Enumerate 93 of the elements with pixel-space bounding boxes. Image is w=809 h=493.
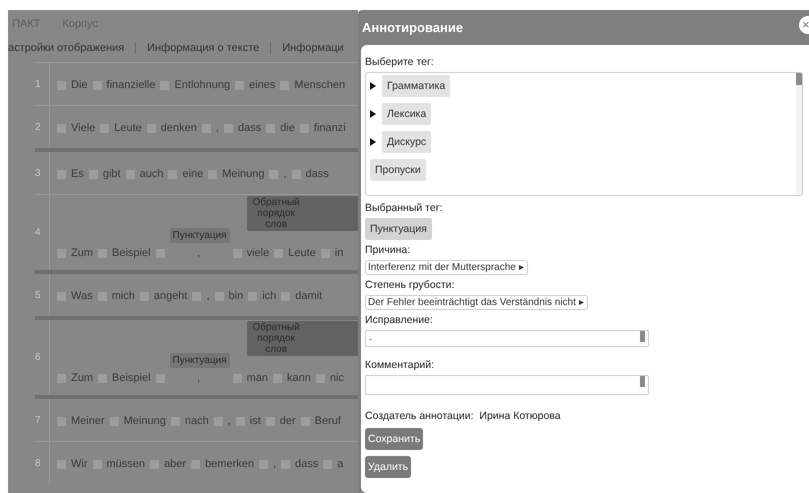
scrollbar[interactable] — [796, 73, 802, 195]
token-word[interactable]: die — [280, 122, 297, 135]
token-word[interactable]: mich — [112, 290, 137, 303]
expand-triangle-icon[interactable] — [370, 110, 376, 118]
token-word[interactable]: Meiner — [71, 415, 107, 428]
annotation-tag[interactable]: Обратный порядок слов — [246, 196, 358, 231]
token-word[interactable]: Beruf — [314, 415, 343, 428]
token-word[interactable]: Die — [71, 79, 90, 92]
token-word[interactable]: viele — [246, 247, 272, 260]
token-word[interactable]: gibt — [102, 168, 123, 181]
tag-chip[interactable]: Грамматика — [382, 75, 450, 97]
token-word[interactable]: eine — [182, 168, 206, 181]
line-number: 8 — [35, 442, 50, 484]
token-word[interactable]: Viele — [71, 122, 98, 135]
token-word[interactable]: der — [280, 415, 298, 428]
field-label: Степень грубости: — [365, 278, 456, 292]
correction-field[interactable]: - — [365, 330, 649, 347]
token-word[interactable]: finanzi — [314, 122, 348, 135]
close-button[interactable]: × — [799, 16, 809, 34]
token-word[interactable]: , — [197, 372, 202, 385]
token-word[interactable]: , — [283, 168, 289, 181]
annotation-tag[interactable]: Обратный порядок слов — [246, 321, 358, 356]
tag-chip[interactable]: Дискурс — [382, 131, 432, 153]
caret-icon — [518, 264, 525, 271]
creator-text: Создатель аннотации: Ирина Котюрова — [365, 410, 562, 422]
token-word[interactable]: in — [334, 247, 346, 260]
token-word[interactable]: Menschen — [294, 79, 348, 92]
token-word[interactable]: müssen — [106, 458, 148, 471]
token-word[interactable]: Zum — [71, 247, 95, 260]
expand-triangle-icon[interactable] — [370, 82, 376, 90]
tab[interactable]: астройки отображения — [8, 42, 136, 54]
line-number: 4 — [35, 195, 50, 270]
token-word[interactable]: kann — [287, 372, 313, 385]
action-button[interactable]: Сохранить — [365, 428, 424, 450]
token-word[interactable]: ist — [250, 415, 263, 428]
token-word[interactable]: a — [337, 458, 346, 471]
reason-select[interactable]: Interferenz mit der Muttersprache — [365, 260, 528, 275]
token-word[interactable]: Leute — [288, 247, 318, 260]
token-word[interactable]: , — [272, 458, 278, 471]
field-label: Выбранный тег: — [365, 201, 444, 215]
token-word[interactable]: nic — [330, 372, 346, 385]
token-word[interactable]: , — [216, 122, 221, 135]
token-word[interactable]: Wir — [71, 458, 90, 471]
token-word[interactable]: ich — [262, 290, 278, 303]
token-word[interactable]: dass — [238, 122, 264, 135]
line-number: 3 — [35, 152, 50, 194]
severity-select[interactable]: Der Fehler beeinträchtigt das Verständnis nicht — [365, 295, 588, 310]
dialog-title: Аннотирование — [362, 20, 464, 35]
token-word[interactable]: auch — [140, 168, 166, 181]
tag-chip[interactable]: Лексика — [382, 103, 432, 125]
selected-tag-chip: Пунктуация — [365, 218, 432, 240]
line-number: 5 — [35, 274, 50, 316]
token-word[interactable]: nach — [184, 415, 211, 428]
token-word[interactable]: Leute — [114, 122, 144, 135]
token-word[interactable]: dass — [295, 458, 320, 471]
token-word[interactable]: Meinung — [124, 415, 168, 428]
token-word[interactable]: bemerken — [205, 458, 256, 471]
token-word[interactable]: dass — [306, 168, 331, 181]
token-word[interactable]: bin — [228, 290, 246, 303]
token-word[interactable]: , — [197, 247, 202, 260]
token-word[interactable]: , — [206, 290, 212, 303]
token-word[interactable]: Entlohnung — [174, 79, 232, 92]
token-word[interactable]: aber — [164, 458, 188, 471]
annotation-tag[interactable]: Пунктуация — [170, 228, 230, 243]
tab[interactable]: Информаци — [270, 42, 355, 54]
line-number: 7 — [35, 399, 50, 441]
comment-field[interactable] — [365, 375, 649, 395]
token-word[interactable]: man — [246, 372, 270, 385]
action-button[interactable]: Удалить — [365, 456, 412, 478]
token-word[interactable]: angeht — [154, 290, 190, 303]
field-label: Комментарий: — [365, 358, 436, 372]
field-label: Причина: — [365, 243, 412, 257]
field-label: Выберите тег: — [365, 55, 435, 69]
token-word[interactable]: Zum — [71, 372, 95, 385]
token-word[interactable]: Beispiel — [112, 372, 153, 385]
token-word[interactable]: Es — [71, 168, 86, 181]
tag-chip[interactable]: Пропуски — [370, 159, 426, 181]
line-number: 6 — [35, 320, 50, 395]
token-word[interactable]: damit — [295, 290, 324, 303]
annotation-tag[interactable]: Пунктуация — [170, 353, 230, 368]
line-number: 2 — [35, 106, 50, 148]
token-word[interactable]: denken — [160, 122, 199, 135]
token-word[interactable]: Was — [71, 290, 95, 303]
expand-triangle-icon[interactable] — [370, 138, 376, 146]
token-word[interactable]: , — [228, 415, 233, 428]
token-word[interactable]: Meinung — [222, 168, 266, 181]
token-word[interactable]: Beispiel — [112, 247, 153, 260]
caret-icon — [578, 299, 585, 306]
tab[interactable]: Информация о тексте — [135, 42, 270, 54]
line-number: 1 — [35, 63, 50, 105]
field-label: Исправление: — [365, 313, 434, 327]
token-word[interactable]: eines — [249, 79, 278, 92]
token-word[interactable]: finanzielle — [106, 79, 158, 92]
